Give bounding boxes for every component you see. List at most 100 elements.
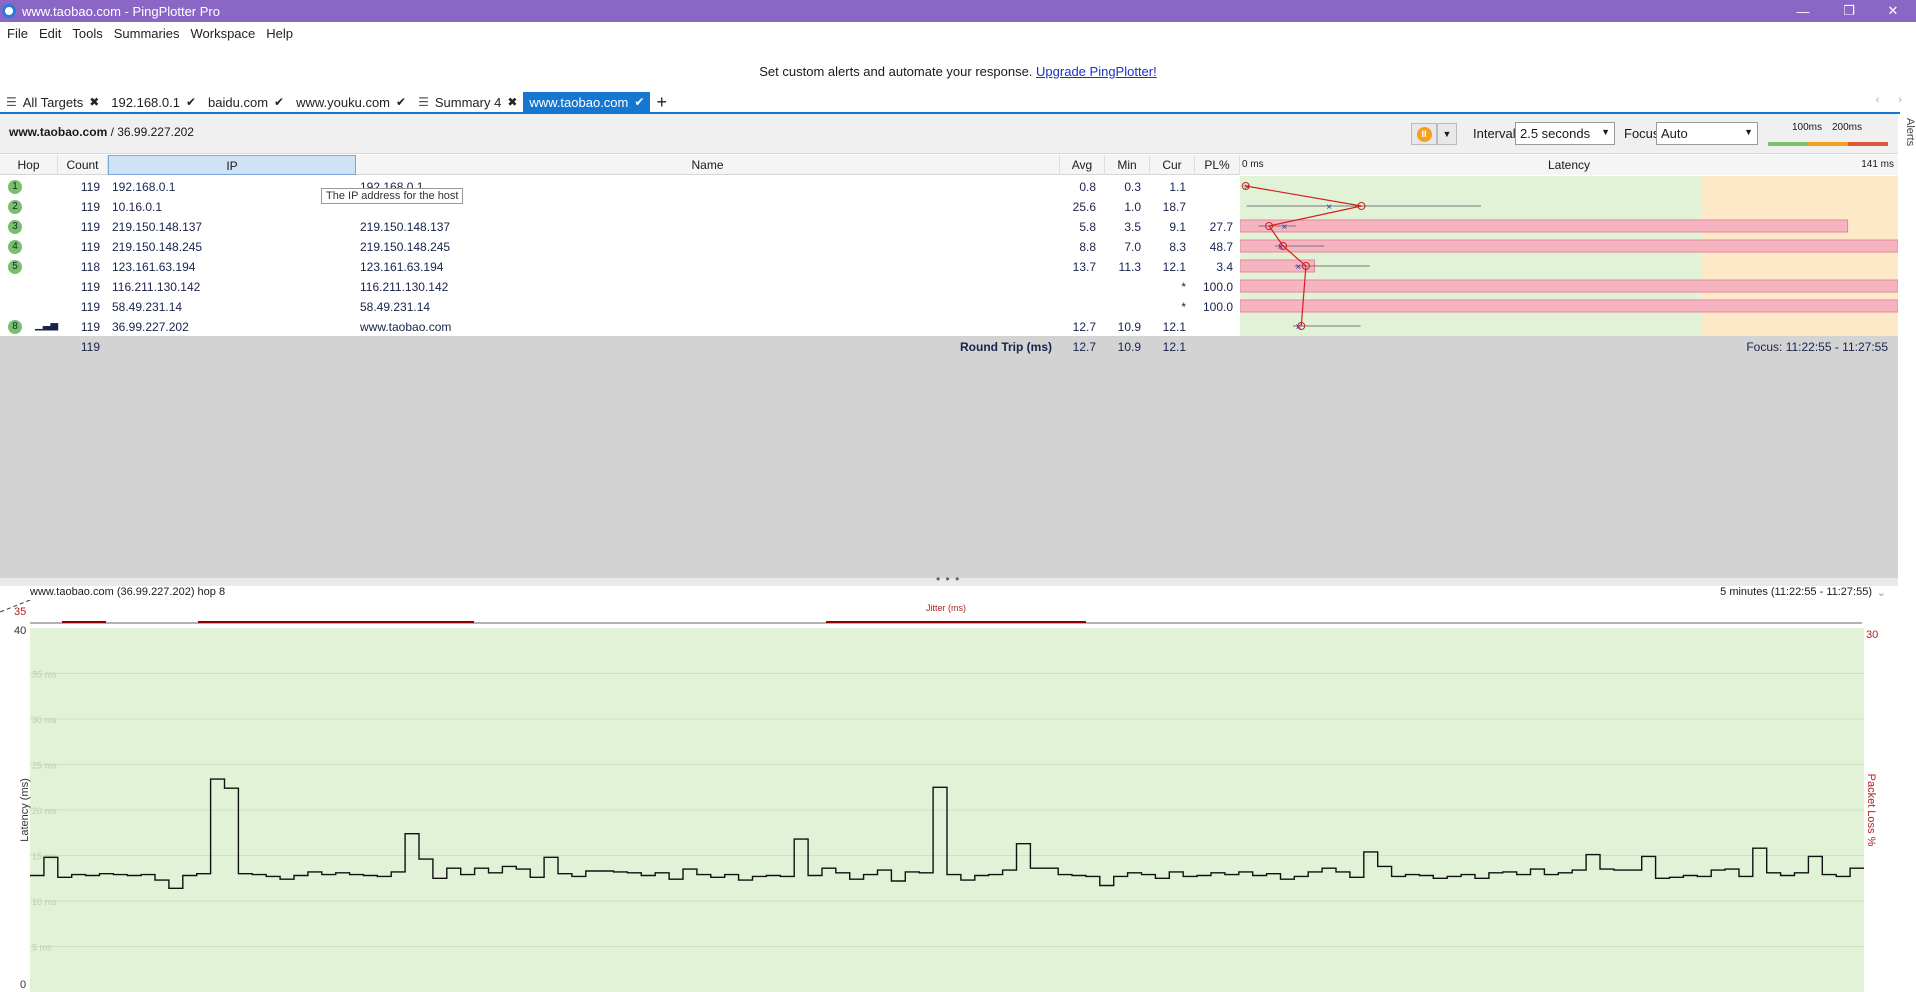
interval-label: Interval	[1473, 126, 1516, 141]
col-avg[interactable]: Avg	[1060, 155, 1105, 175]
focus-label: Focus	[1624, 126, 1660, 141]
close-button[interactable]: ✕	[1870, 0, 1916, 22]
hop-min: 1.0	[1124, 200, 1141, 214]
interval-value: 2.5 seconds	[1520, 126, 1591, 141]
pause-dropdown-button[interactable]: ▼	[1437, 123, 1457, 145]
minimize-button[interactable]: —	[1780, 0, 1826, 22]
hop-avg: 25.6	[1072, 200, 1096, 214]
loss-top-label: 30	[1866, 629, 1878, 641]
tab-baidu[interactable]: baidu.com ✔	[202, 92, 290, 112]
tab-taobao[interactable]: www.taobao.com ✔	[523, 92, 651, 112]
add-tab-icon[interactable]: +	[656, 92, 667, 113]
loss-bar	[1240, 239, 1898, 253]
hop-ip: 10.16.0.1	[112, 200, 163, 214]
chevron-down-icon: ▼	[1442, 129, 1452, 139]
col-ip[interactable]: IP	[108, 155, 356, 175]
jitter-label: Jitter (ms)	[926, 603, 966, 613]
promo-text: Set custom alerts and automate your resp…	[759, 64, 1033, 79]
tab-scroll-arrows-icon[interactable]: ‹ ›	[1876, 94, 1910, 106]
round-trip-row: 119 Round Trip (ms) 12.7 10.9 12.1 Focus…	[0, 336, 1898, 356]
tab-youku[interactable]: www.youku.com ✔	[290, 92, 412, 112]
hop-cur: *	[1181, 280, 1186, 294]
hop-pl: 100.0	[1202, 280, 1233, 294]
col-min[interactable]: Min	[1105, 155, 1150, 175]
interval-select[interactable]: 2.5 seconds ▼	[1515, 122, 1615, 145]
tab-192-168-0-1[interactable]: 192.168.0.1 ✔	[105, 92, 202, 112]
pane-divider[interactable]: • • •	[0, 572, 1898, 586]
col-count[interactable]: Count	[58, 155, 108, 175]
jitter-max-label: 35	[14, 606, 26, 618]
graph-bars-icon[interactable]: ▁▃▅	[35, 320, 58, 331]
upgrade-link[interactable]: Upgrade PingPlotter!	[1036, 64, 1157, 79]
menu-tools[interactable]: Tools	[72, 26, 102, 41]
promo-banner: Set custom alerts and automate your resp…	[0, 64, 1916, 79]
current-marker: ×	[1295, 262, 1301, 273]
check-icon: ✔	[396, 95, 407, 109]
chevron-down-icon[interactable]: ⌄	[1877, 586, 1886, 599]
hop-count: 119	[80, 300, 100, 314]
rt-label: Round Trip (ms)	[960, 340, 1052, 354]
hop-pl: 3.4	[1216, 260, 1233, 274]
loss-bar	[1240, 219, 1849, 233]
tab-all-targets[interactable]: ☰ All Targets ✖	[0, 92, 105, 112]
focus-select[interactable]: Auto ▼	[1656, 122, 1758, 145]
hop-count: 119	[80, 200, 100, 214]
hop-cur: 1.1	[1169, 180, 1186, 194]
scale-good-bar	[1768, 142, 1808, 146]
rt-focus-range: Focus: 11:22:55 - 11:27:55	[1746, 340, 1888, 354]
menu-summaries[interactable]: Summaries	[114, 26, 180, 41]
hop-number-badge: 5	[8, 260, 22, 274]
hop-avg: 13.7	[1072, 260, 1096, 274]
scale-bad-bar	[1848, 142, 1888, 146]
hop-name: 58.49.231.14	[360, 300, 431, 314]
chevron-down-icon: ▼	[1601, 127, 1610, 137]
alerts-side-tab[interactable]: Alerts	[1898, 114, 1916, 154]
hop-count: 119	[80, 220, 100, 234]
loss-bar	[1240, 299, 1898, 313]
list-icon: ☰	[418, 95, 429, 109]
menu-edit[interactable]: Edit	[39, 26, 61, 41]
menu-help[interactable]: Help	[266, 26, 293, 41]
window-title: www.taobao.com - PingPlotter Pro	[22, 3, 220, 19]
hop-name: 219.150.148.137	[360, 220, 451, 234]
hop-cur: 12.1	[1162, 260, 1186, 274]
target-ip: / 36.99.227.202	[107, 125, 194, 139]
hop-count: 118	[80, 260, 100, 274]
tab-label: 192.168.0.1	[111, 94, 180, 110]
menu-file[interactable]: File	[7, 26, 28, 41]
pause-button[interactable]: II	[1411, 123, 1437, 145]
hop-name: 219.150.148.245	[360, 240, 451, 254]
menu-workspace[interactable]: Workspace	[190, 26, 255, 41]
tab-label: baidu.com	[208, 94, 269, 110]
col-name[interactable]: Name	[356, 155, 1060, 175]
tab-summary-4[interactable]: ☰ Summary 4 ✖	[412, 92, 523, 112]
col-pl[interactable]: PL%	[1195, 155, 1240, 175]
hop-name: www.taobao.com	[360, 320, 452, 334]
gridline-label: 20 ms	[32, 806, 57, 816]
hop-ip: 219.150.148.137	[112, 220, 203, 234]
timeline-header: www.taobao.com (36.99.227.202) hop 8 5 m…	[0, 586, 1898, 600]
hop-number-badge: 1	[8, 180, 22, 194]
rt-cur: 12.1	[1162, 340, 1186, 354]
y-axis-label: Latency (ms)	[19, 778, 31, 842]
app-icon	[2, 4, 16, 18]
loss-axis-label: Packet Loss %	[1865, 774, 1877, 847]
restore-button[interactable]: ❐	[1826, 0, 1872, 22]
empty-table-area	[0, 336, 1898, 578]
rt-count: 119	[80, 340, 100, 354]
timeline-chart: 35 Jitter (ms) 35 ms30 ms25 ms20 ms15 ms…	[0, 600, 1878, 992]
loss-bar	[1240, 279, 1898, 293]
target-title: www.taobao.com / 36.99.227.202	[9, 125, 194, 139]
hop-latency-graph: ××××××	[1240, 176, 1898, 336]
hop-number-badge: 4	[8, 240, 22, 254]
timeline-range: 5 minutes (11:22:55 - 11:27:55)	[1720, 586, 1872, 598]
hop-name: 116.211.130.142	[360, 280, 449, 294]
scale-warn-bar	[1808, 142, 1848, 146]
rt-avg: 12.7	[1072, 340, 1096, 354]
hop-pl: 27.7	[1209, 220, 1233, 234]
col-hop[interactable]: Hop	[0, 155, 58, 175]
tab-label: www.taobao.com	[529, 94, 629, 110]
hop-pl: 100.0	[1202, 300, 1233, 314]
hop-name: 123.161.63.194	[360, 260, 444, 274]
col-cur[interactable]: Cur	[1150, 155, 1195, 175]
